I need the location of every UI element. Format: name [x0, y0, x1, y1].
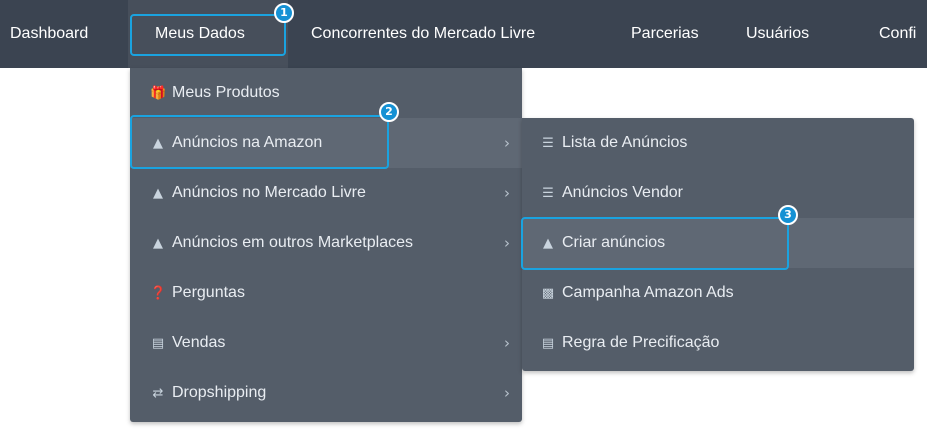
- chevron-right-icon: ›: [504, 134, 510, 152]
- menu-item-label: Anúncios na Amazon: [172, 134, 323, 151]
- nav-dashboard[interactable]: Dashboard: [10, 0, 88, 68]
- menu-item-label: Perguntas: [172, 284, 245, 301]
- submenu-item-label: Campanha Amazon Ads: [562, 284, 734, 301]
- menu-item-dropshipping[interactable]: ⇄ Dropshipping ›: [130, 368, 522, 418]
- cart-icon: ▤: [151, 336, 165, 351]
- upload-icon: ▲: [153, 136, 163, 151]
- chevron-right-icon: ›: [504, 334, 510, 352]
- amazon-submenu: ☰ Lista de Anúncios ☰ Anúncios Vendor ▲ Cri…: [522, 118, 914, 371]
- menu-item-label: Vendas: [172, 334, 226, 351]
- step-badge-2: 2: [379, 102, 399, 122]
- submenu-item-anuncios-vendor[interactable]: ☰ Anúncios Vendor: [522, 168, 914, 218]
- nav-usuarios[interactable]: Usuários: [746, 0, 809, 68]
- retweet-icon: ⇄: [152, 386, 164, 401]
- menu-item-anuncios-outros[interactable]: ▲ Anúncios em outros Marketplaces ›: [130, 218, 522, 268]
- chevron-right-icon: ›: [504, 184, 510, 202]
- nav-configuracoes[interactable]: Confi: [879, 0, 916, 68]
- step-badge-3: 3: [778, 205, 798, 225]
- nav-parcerias[interactable]: Parcerias: [631, 0, 699, 68]
- menu-item-perguntas[interactable]: ❓ Perguntas: [130, 268, 522, 318]
- upload-icon: ▲: [543, 236, 553, 251]
- money-icon: ▩: [541, 286, 555, 301]
- submenu-item-criar-anuncios[interactable]: ▲ Criar anúncios: [522, 218, 914, 268]
- step-badge-1: 1: [274, 3, 294, 23]
- cart-icon: ▤: [541, 336, 555, 351]
- nav-concorrentes[interactable]: Concorrentes do Mercado Livre: [311, 0, 535, 68]
- submenu-item-campanha-ads[interactable]: ▩ Campanha Amazon Ads: [522, 268, 914, 318]
- list-icon: ☰: [542, 136, 554, 151]
- chevron-right-icon: ›: [504, 234, 510, 252]
- upload-icon: ▲: [153, 236, 163, 251]
- chevron-right-icon: ›: [504, 384, 510, 402]
- gift-icon: 🎁: [150, 86, 167, 101]
- top-navbar: Dashboard Meus Dados Concorrentes do Mer…: [0, 0, 927, 68]
- nav-meus-dados[interactable]: Meus Dados: [128, 0, 288, 68]
- menu-item-vendas[interactable]: ▤ Vendas ›: [130, 318, 522, 368]
- submenu-item-label: Lista de Anúncios: [562, 134, 688, 151]
- submenu-item-label: Anúncios Vendor: [562, 184, 683, 201]
- menu-item-anuncios-amazon[interactable]: ▲ Anúncios na Amazon ›: [130, 118, 522, 168]
- menu-item-meus-produtos[interactable]: 🎁 Meus Produtos: [130, 68, 522, 118]
- meus-dados-dropdown: 🎁 Meus Produtos ▲ Anúncios na Amazon › ▲ An…: [130, 68, 522, 422]
- question-circle-icon: ❓: [150, 286, 167, 301]
- submenu-item-lista-anuncios[interactable]: ☰ Lista de Anúncios: [522, 118, 914, 168]
- menu-item-label: Anúncios em outros Marketplaces: [172, 234, 413, 251]
- menu-item-label: Dropshipping: [172, 384, 267, 401]
- menu-item-label: Meus Produtos: [172, 84, 280, 101]
- submenu-item-regra-precificacao[interactable]: ▤ Regra de Precificação: [522, 318, 914, 368]
- submenu-item-label: Criar anúncios: [562, 234, 666, 251]
- menu-item-label: Anúncios no Mercado Livre: [172, 184, 366, 201]
- submenu-item-label: Regra de Precificação: [562, 334, 720, 351]
- upload-icon: ▲: [153, 186, 163, 201]
- menu-item-anuncios-mercado-livre[interactable]: ▲ Anúncios no Mercado Livre ›: [130, 168, 522, 218]
- list-icon: ☰: [542, 186, 554, 201]
